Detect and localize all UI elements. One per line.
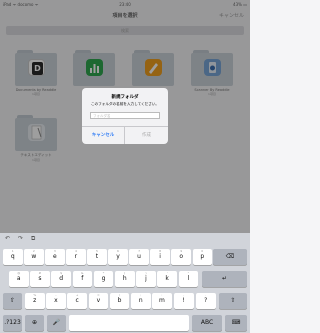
- key-v[interactable]: = v: [88, 293, 109, 309]
- key-g[interactable]: * g: [93, 271, 114, 287]
- key-i[interactable]: 8i: [150, 249, 170, 265]
- shift-key-right[interactable]: ⇧: [219, 293, 247, 309]
- dialog-cancel-button[interactable]: キャンセル: [82, 127, 125, 144]
- key-w[interactable]: 2w: [24, 249, 44, 265]
- dialog-create-button[interactable]: 作成: [125, 127, 168, 144]
- undo-icon[interactable]: ↶: [5, 235, 10, 242]
- keyboard-toolbar: ↶ ↷ ⧉: [0, 233, 250, 247]
- key-f[interactable]: & f: [72, 271, 93, 287]
- key-j[interactable]: ) j: [136, 271, 156, 287]
- key-u[interactable]: 7u: [129, 249, 149, 265]
- key-a[interactable]: @ a: [9, 271, 29, 287]
- key-question[interactable]: .?: [196, 293, 216, 309]
- key-r[interactable]: 4r: [66, 249, 86, 265]
- dialog-title: 新規フォルダ: [111, 95, 139, 100]
- key-p[interactable]: 0p: [192, 249, 212, 265]
- key-s[interactable]: # s: [30, 271, 50, 287]
- keyboard-dismiss-key[interactable]: ⌨: [225, 315, 247, 331]
- key-o[interactable]: 9o: [171, 249, 191, 265]
- key-c[interactable]: + c: [67, 293, 87, 309]
- key-l[interactable]: " l: [178, 271, 199, 287]
- dialog-message: このフォルダの名前を入力してください。: [90, 102, 160, 106]
- key-m[interactable]: :m: [152, 293, 172, 309]
- keyboard: ↶ ↷ ⧉ 1 q 2 w 3 e 4 r 5 t 6 y 7 u 8 i 9 o 0 p ⌫ @ a # s $ d & f * g(h)…: [0, 233, 250, 333]
- delete-key[interactable]: ⌫: [213, 249, 247, 265]
- key-n[interactable]: ; n: [131, 293, 151, 309]
- key-x[interactable]: -x: [46, 293, 66, 309]
- redo-icon[interactable]: ↷: [18, 235, 23, 242]
- abc-key[interactable]: ABC: [192, 315, 222, 331]
- return-key[interactable]: ↵: [202, 271, 247, 287]
- folder-name-input[interactable]: フォルダ名: [90, 112, 160, 119]
- key-d[interactable]: $ d: [51, 271, 71, 287]
- key-q[interactable]: 1q: [3, 249, 23, 265]
- key-y[interactable]: 6y: [108, 249, 128, 265]
- numbers-key[interactable]: .?123: [3, 315, 22, 331]
- dialog-buttons: キャンセル 作成: [82, 126, 168, 144]
- key-t[interactable]: 5t: [87, 249, 107, 265]
- new-folder-dialog: 新規フォルダ このフォルダの名前を入力してください。 フォルダ名 キャンセル 作…: [82, 88, 168, 144]
- mic-key[interactable]: 🎤: [47, 315, 66, 331]
- paste-icon[interactable]: ⧉: [31, 235, 35, 243]
- key-b[interactable]: / b: [109, 293, 130, 309]
- key-h[interactable]: (h: [115, 271, 135, 287]
- key-e[interactable]: 3e: [45, 249, 65, 265]
- shift-key[interactable]: ⇧: [3, 293, 22, 309]
- space-key[interactable]: [69, 315, 189, 331]
- globe-key[interactable]: ⊕: [25, 315, 44, 331]
- key-k[interactable]: ' k: [157, 271, 177, 287]
- key-z[interactable]: % z: [25, 293, 45, 309]
- key-exclaim[interactable]: ,!: [174, 293, 194, 309]
